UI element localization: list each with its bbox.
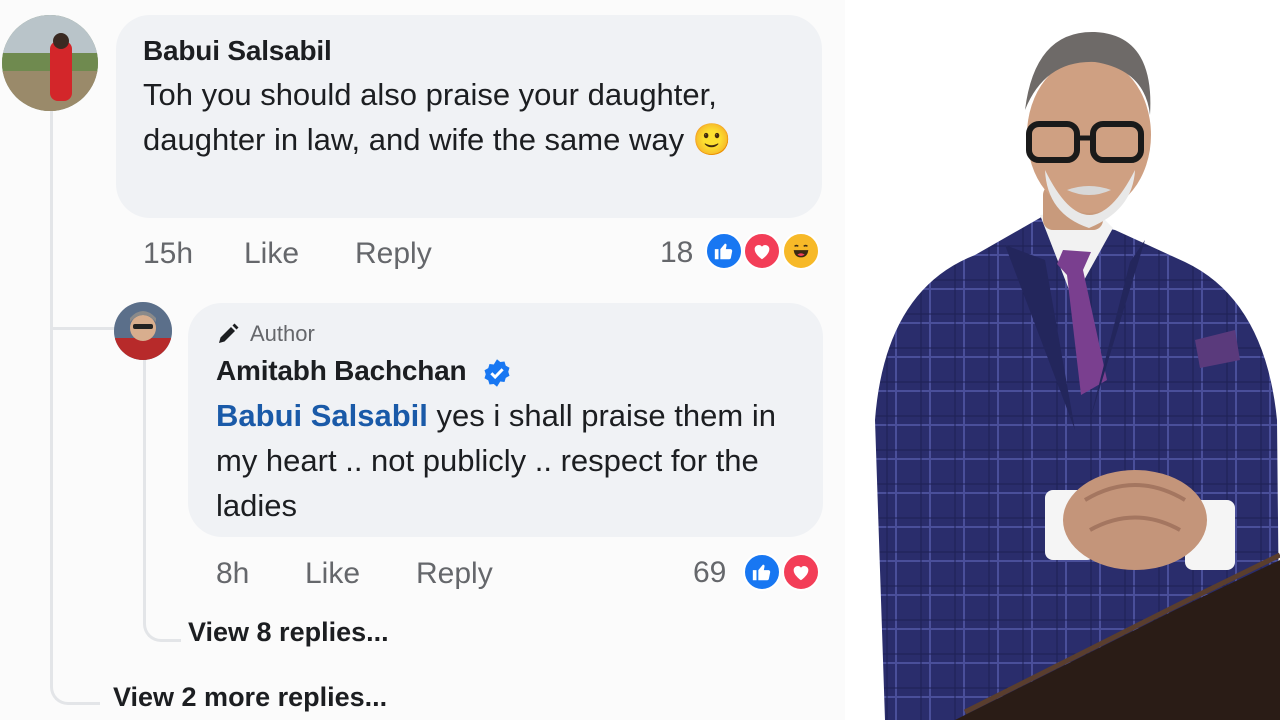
reply-bubble-amitabh: Author Amitabh Bachchan Babui Salsabil y… <box>188 303 823 537</box>
author-badge: Author <box>216 321 315 347</box>
comment-bubble-babui: Babui Salsabil Toh you should also prais… <box>116 15 822 218</box>
avatar-babui[interactable] <box>2 15 98 111</box>
pencil-icon <box>219 323 239 343</box>
view-more-replies-link[interactable]: View 2 more replies... <box>113 682 387 713</box>
comment-body: Toh you should also praise your daughter… <box>143 77 717 157</box>
avatar-babui-image <box>2 15 98 111</box>
comments-panel: Babui Salsabil Toh you should also prais… <box>0 0 845 720</box>
view-replies-link[interactable]: View 8 replies... <box>188 617 389 648</box>
comment-reply-button[interactable]: Reply <box>355 237 432 271</box>
reply-author[interactable]: Amitabh Bachchan <box>216 355 467 386</box>
reply-time: 8h <box>216 557 250 590</box>
avatar-amitabh[interactable] <box>114 302 172 360</box>
love-icon <box>782 553 820 591</box>
author-badge-label: Author <box>250 321 315 346</box>
haha-icon <box>782 232 820 270</box>
verified-badge-icon <box>484 358 510 387</box>
reply-reply-button[interactable]: Reply <box>416 557 493 591</box>
person-photo-image <box>875 31 1280 720</box>
thread-line-inner <box>143 360 181 642</box>
person-photo <box>845 0 1280 720</box>
love-icon <box>743 232 781 270</box>
reply-author-row: Amitabh Bachchan <box>216 355 512 388</box>
reply-text: Babui Salsabil yes i shall praise them i… <box>216 393 776 528</box>
reply-like-button[interactable]: Like <box>305 557 360 591</box>
thread-line-outer-bottom <box>50 330 100 705</box>
avatar-amitabh-image <box>114 302 172 360</box>
comment-reaction-count[interactable]: 18 <box>660 236 693 270</box>
like-icon <box>743 553 781 591</box>
comment-author[interactable]: Babui Salsabil <box>143 35 332 67</box>
thread-line-outer-connector <box>50 300 118 330</box>
smile-emoji-icon: 🙂 <box>692 122 732 158</box>
comment-text: Toh you should also praise your daughter… <box>143 72 783 163</box>
reply-mention-link[interactable]: Babui Salsabil <box>216 398 428 433</box>
reply-reaction-count[interactable]: 69 <box>693 556 726 590</box>
comment-time: 15h <box>143 237 194 270</box>
comment-like-button[interactable]: Like <box>244 237 299 271</box>
like-icon <box>705 232 743 270</box>
